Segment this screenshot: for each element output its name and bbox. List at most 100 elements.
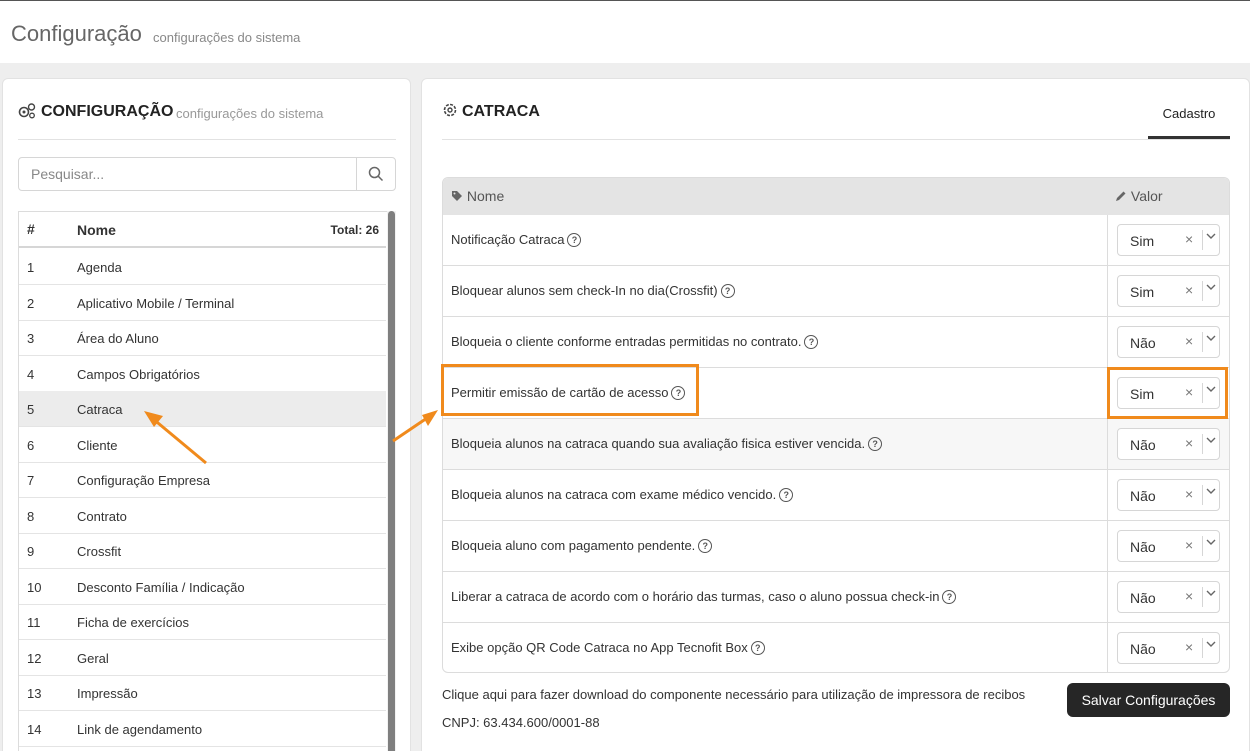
chevron-down-icon[interactable] xyxy=(1206,333,1216,346)
chevron-down-icon[interactable] xyxy=(1206,282,1216,295)
select-separator xyxy=(1202,485,1203,505)
clear-icon[interactable]: × xyxy=(1185,639,1193,655)
help-icon[interactable]: ? xyxy=(567,233,582,247)
column-divider xyxy=(1107,317,1108,367)
value-select[interactable]: Não × xyxy=(1117,632,1220,664)
list-item-name: Configuração Empresa xyxy=(77,473,210,488)
select-value: Não xyxy=(1130,590,1156,606)
help-icon[interactable]: ? xyxy=(942,590,957,604)
value-select[interactable]: Não × xyxy=(1117,581,1220,613)
list-item-number: 4 xyxy=(27,366,35,382)
help-icon[interactable]: ? xyxy=(868,437,883,451)
setting-label-text: Bloqueia alunos na catraca com exame méd… xyxy=(451,487,777,502)
column-divider xyxy=(1107,470,1108,520)
search-input[interactable] xyxy=(19,158,357,190)
chevron-down-icon[interactable] xyxy=(1206,486,1216,499)
list-item-number: 6 xyxy=(27,437,35,453)
list-item[interactable]: 13 Impressão xyxy=(19,675,386,711)
list-item[interactable]: 8 Contrato xyxy=(19,498,386,534)
clear-icon[interactable]: × xyxy=(1185,282,1193,298)
name-column-label: Nome xyxy=(466,188,505,204)
chevron-down-icon[interactable] xyxy=(1206,588,1216,601)
list-item-name: Impressão xyxy=(77,686,138,701)
setting-label: Exibe opção QR Code Catraca no App Tecno… xyxy=(451,640,765,655)
page-subtitle: configurações do sistema xyxy=(153,30,301,45)
value-select[interactable]: Sim × xyxy=(1117,275,1220,307)
clear-icon[interactable]: × xyxy=(1185,435,1193,451)
save-settings-button[interactable]: Salvar Configurações xyxy=(1067,683,1230,717)
select-separator xyxy=(1202,638,1203,658)
tab-cadastro[interactable]: Cadastro xyxy=(1148,95,1230,139)
select-separator xyxy=(1202,536,1203,556)
setting-label: Liberar a catraca de acordo com o horári… xyxy=(451,589,957,604)
value-select[interactable]: Não × xyxy=(1117,326,1220,358)
pencil-icon xyxy=(1116,191,1126,201)
help-icon[interactable]: ? xyxy=(720,284,735,298)
help-icon[interactable]: ? xyxy=(750,641,765,655)
table-row: Liberar a catraca de acordo com o horári… xyxy=(443,572,1229,623)
search-icon xyxy=(368,166,384,182)
clear-icon[interactable]: × xyxy=(1185,588,1193,604)
clear-icon[interactable]: × xyxy=(1185,486,1193,502)
column-divider xyxy=(1107,572,1108,622)
list-item[interactable]: 7 Configuração Empresa xyxy=(19,462,386,498)
list-item-number: 10 xyxy=(27,579,42,595)
chevron-down-icon[interactable] xyxy=(1206,537,1216,550)
list-item[interactable]: 11 Ficha de exercícios xyxy=(19,604,386,640)
select-value: Sim xyxy=(1130,284,1155,300)
tag-icon xyxy=(452,191,462,201)
column-divider xyxy=(1107,215,1108,265)
help-icon[interactable]: ? xyxy=(804,335,819,349)
value-select[interactable]: Não × xyxy=(1117,479,1220,511)
list-item[interactable]: 4 Campos Obrigatórios xyxy=(19,356,386,392)
setting-label-text: Notificação Catraca xyxy=(451,232,565,247)
list-item-number: 13 xyxy=(27,686,42,701)
list-item[interactable]: 10 Desconto Família / Indicação xyxy=(19,569,386,605)
select-value: Não xyxy=(1130,539,1156,555)
column-divider xyxy=(1107,266,1108,316)
chevron-down-icon[interactable] xyxy=(1206,435,1216,448)
chevron-down-icon[interactable] xyxy=(1206,639,1216,652)
list-item-name: Cliente xyxy=(77,437,118,453)
chevron-down-icon[interactable] xyxy=(1206,231,1216,244)
value-select[interactable]: Não × xyxy=(1117,530,1220,562)
search-button[interactable] xyxy=(356,158,395,190)
divider xyxy=(18,139,396,140)
list-item-name: Catraca xyxy=(77,402,123,417)
total-count: Total: 26 xyxy=(330,223,379,237)
list-item-number: 7 xyxy=(27,473,35,488)
list-item[interactable]: 5 Catraca xyxy=(19,391,386,427)
list-item[interactable]: 9 Crossfit xyxy=(19,533,386,569)
setting-label: Bloqueia o cliente conforme entradas per… xyxy=(451,334,819,349)
select-separator xyxy=(1202,230,1203,250)
help-icon[interactable]: ? xyxy=(779,488,794,502)
list-item[interactable]: 12 Geral xyxy=(19,640,386,676)
download-link[interactable]: Clique aqui para fazer download do compo… xyxy=(442,687,1025,702)
cnpj-text: CNPJ: 63.434.600/0001-88 xyxy=(442,715,600,730)
list-scrollbar[interactable] xyxy=(387,211,396,751)
page-header: Configuração configurações do sistema xyxy=(0,0,1250,63)
highlight-box-setting xyxy=(441,364,699,416)
list-item[interactable]: 2 Aplicativo Mobile / Terminal xyxy=(19,285,386,321)
panel-title: CATRACA xyxy=(462,103,540,120)
list-item-number: 14 xyxy=(27,721,42,737)
value-select[interactable]: Não × xyxy=(1117,428,1220,460)
clear-icon[interactable]: × xyxy=(1185,537,1193,553)
select-separator xyxy=(1202,332,1203,352)
help-icon[interactable]: ? xyxy=(698,539,713,553)
list-item-name: Geral xyxy=(77,650,109,666)
clear-icon[interactable]: × xyxy=(1185,333,1193,349)
list-item-number: 2 xyxy=(27,295,35,311)
clear-icon[interactable]: × xyxy=(1185,231,1193,247)
list-item[interactable]: 14 Link de agendamento xyxy=(19,711,386,747)
list-item[interactable]: 6 Cliente xyxy=(19,427,386,463)
select-separator xyxy=(1202,281,1203,301)
list-item[interactable]: 1 Agenda xyxy=(19,249,386,285)
select-value: Não xyxy=(1130,437,1156,453)
setting-label-text: Bloqueia aluno com pagamento pendente. xyxy=(451,538,696,553)
name-column-header: Nome xyxy=(451,188,504,204)
value-select[interactable]: Sim × xyxy=(1117,224,1220,256)
gears-icon xyxy=(17,102,37,125)
config-menu-panel: CONFIGURAÇÃO configurações do sistema # … xyxy=(2,78,411,751)
list-item[interactable]: 3 Área do Aluno xyxy=(19,320,386,356)
